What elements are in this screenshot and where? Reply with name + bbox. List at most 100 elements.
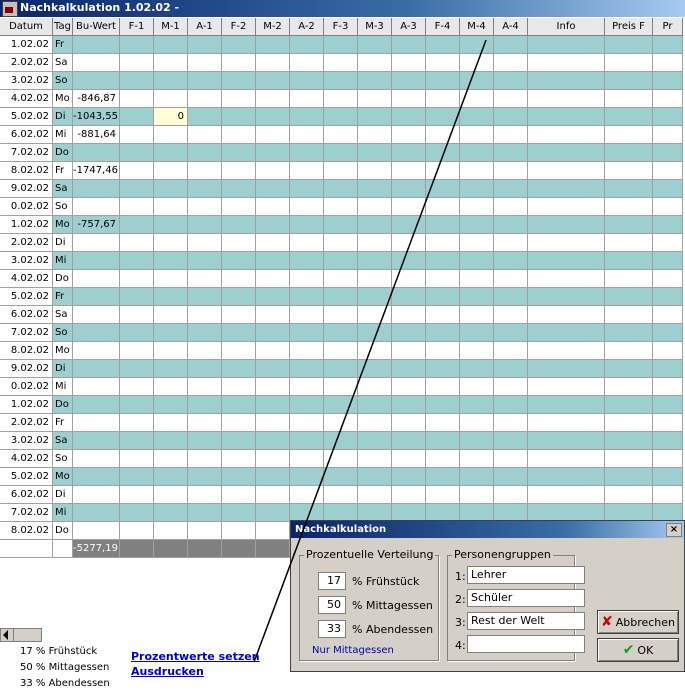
- grid-cell[interactable]: [358, 180, 392, 198]
- grid-cell[interactable]: [256, 90, 290, 108]
- grid-cell[interactable]: [392, 450, 426, 468]
- booking-value-cell[interactable]: -1747,46: [73, 162, 120, 180]
- column-header-pr[interactable]: Pr: [653, 18, 683, 36]
- booking-value-cell[interactable]: [73, 342, 120, 360]
- grid-cell[interactable]: [222, 450, 256, 468]
- grid-cell[interactable]: [154, 468, 188, 486]
- grid-cell[interactable]: [494, 90, 528, 108]
- grid-cell[interactable]: [392, 126, 426, 144]
- grid-cell[interactable]: [256, 288, 290, 306]
- grid-cell[interactable]: [460, 54, 494, 72]
- grid-cell[interactable]: [290, 450, 324, 468]
- date-cell[interactable]: 8.02.02: [0, 342, 53, 360]
- date-cell[interactable]: 6.02.02: [0, 486, 53, 504]
- booking-value-cell[interactable]: -881,64: [73, 126, 120, 144]
- grid-cell[interactable]: [605, 252, 653, 270]
- grid-cell[interactable]: [358, 396, 392, 414]
- grid-cell[interactable]: [605, 198, 653, 216]
- horizontal-scrollbar[interactable]: [0, 628, 42, 642]
- booking-value-cell[interactable]: [73, 450, 120, 468]
- grid-cell[interactable]: [222, 144, 256, 162]
- date-cell[interactable]: 9.02.02: [0, 360, 53, 378]
- grid-cell[interactable]: [653, 432, 683, 450]
- grid-cell[interactable]: [290, 432, 324, 450]
- grid-cell[interactable]: [154, 378, 188, 396]
- booking-value-cell[interactable]: -1043,55: [73, 108, 120, 126]
- booking-value-cell[interactable]: [73, 522, 120, 540]
- grid-cell[interactable]: [392, 54, 426, 72]
- grid-cell[interactable]: [392, 324, 426, 342]
- grid-cell[interactable]: [460, 468, 494, 486]
- grid-cell[interactable]: [120, 414, 154, 432]
- person1-input[interactable]: Lehrer: [467, 566, 585, 584]
- day-cell[interactable]: Sa: [53, 306, 73, 324]
- grid-cell[interactable]: [256, 504, 290, 522]
- grid-cell[interactable]: [653, 270, 683, 288]
- day-cell[interactable]: So: [53, 72, 73, 90]
- grid-cell[interactable]: [188, 486, 222, 504]
- grid-cell[interactable]: [120, 108, 154, 126]
- column-header-f1[interactable]: F-1: [120, 18, 154, 36]
- grid-cell[interactable]: [528, 36, 605, 54]
- close-icon[interactable]: ×: [666, 523, 682, 537]
- grid-cell[interactable]: [188, 216, 222, 234]
- grid-cell[interactable]: [120, 252, 154, 270]
- grid-cell[interactable]: [324, 486, 358, 504]
- grid-cell[interactable]: [605, 306, 653, 324]
- grid-cell[interactable]: [256, 486, 290, 504]
- date-cell[interactable]: 4.02.02: [0, 450, 53, 468]
- grid-cell[interactable]: [154, 396, 188, 414]
- grid-cell[interactable]: [324, 180, 358, 198]
- grid-cell[interactable]: [188, 126, 222, 144]
- grid-cell[interactable]: [528, 108, 605, 126]
- grid-cell[interactable]: [653, 342, 683, 360]
- grid-cell[interactable]: [154, 36, 188, 54]
- grid-cell[interactable]: [290, 108, 324, 126]
- grid-cell[interactable]: [120, 468, 154, 486]
- grid-cell[interactable]: [358, 414, 392, 432]
- column-header-datum[interactable]: Datum: [0, 18, 53, 36]
- set-percentages-link[interactable]: Prozentwerte setzen: [131, 650, 260, 663]
- grid-cell[interactable]: [120, 72, 154, 90]
- column-header-a1[interactable]: A-1: [188, 18, 222, 36]
- column-header-f4[interactable]: F-4: [426, 18, 460, 36]
- booking-value-cell[interactable]: [73, 288, 120, 306]
- grid-cell[interactable]: [256, 216, 290, 234]
- grid-cell[interactable]: [392, 486, 426, 504]
- grid-cell[interactable]: [222, 126, 256, 144]
- grid-cell[interactable]: [392, 288, 426, 306]
- grid-cell[interactable]: [256, 126, 290, 144]
- day-cell[interactable]: Mi: [53, 378, 73, 396]
- grid-cell[interactable]: [605, 270, 653, 288]
- grid-cell[interactable]: [324, 396, 358, 414]
- grid-cell[interactable]: [494, 126, 528, 144]
- grid-cell[interactable]: [358, 162, 392, 180]
- booking-value-cell[interactable]: [73, 504, 120, 522]
- grid-cell[interactable]: [605, 432, 653, 450]
- grid-cell[interactable]: [154, 270, 188, 288]
- grid-cell[interactable]: [188, 234, 222, 252]
- grid-cell[interactable]: [392, 360, 426, 378]
- grid-cell[interactable]: [358, 234, 392, 252]
- grid-cell[interactable]: [460, 36, 494, 54]
- grid-cell[interactable]: [460, 108, 494, 126]
- grid-cell[interactable]: [290, 36, 324, 54]
- grid-cell[interactable]: [426, 396, 460, 414]
- grid-cell[interactable]: [494, 468, 528, 486]
- date-cell[interactable]: 7.02.02: [0, 324, 53, 342]
- grid-cell[interactable]: [605, 126, 653, 144]
- grid-cell[interactable]: [188, 414, 222, 432]
- column-header-info[interactable]: Info: [528, 18, 605, 36]
- column-header-a2[interactable]: A-2: [290, 18, 324, 36]
- grid-cell[interactable]: [392, 144, 426, 162]
- print-link[interactable]: Ausdrucken: [131, 665, 204, 678]
- grid-cell[interactable]: [154, 216, 188, 234]
- scroll-thumb[interactable]: [13, 629, 26, 641]
- grid-cell[interactable]: [494, 180, 528, 198]
- grid-cell[interactable]: [460, 414, 494, 432]
- grid-cell[interactable]: [222, 234, 256, 252]
- grid-cell[interactable]: [605, 144, 653, 162]
- grid-cell[interactable]: [188, 360, 222, 378]
- grid-cell[interactable]: [120, 126, 154, 144]
- grid-cell[interactable]: [222, 486, 256, 504]
